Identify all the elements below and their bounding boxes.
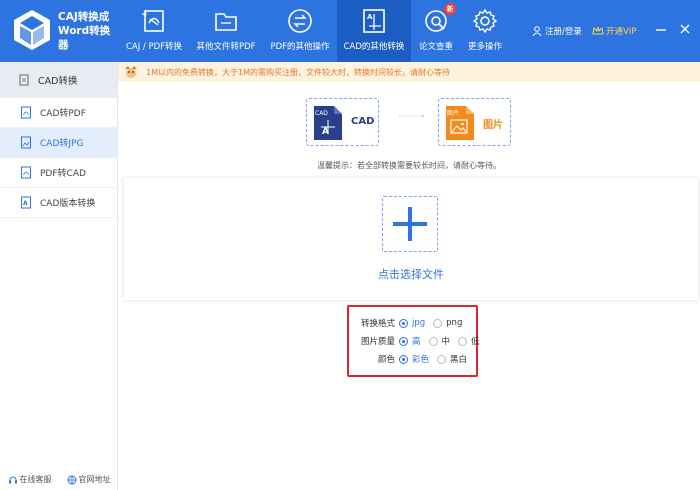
format-png-radio[interactable]: png (433, 318, 462, 328)
sidebar-item-label: PDF转CAD (40, 169, 86, 179)
caj-pdf-icon (142, 10, 164, 32)
sidebar-footer: 在线客服 官网地址 (0, 474, 118, 485)
nav-label: CAJ / PDF转换 (125, 42, 183, 52)
image-tag: 图片 (447, 109, 459, 117)
nav-caj-pdf[interactable]: CAJ / PDF转换 (122, 0, 186, 62)
nav-label: 更多操作 (467, 42, 502, 52)
nav-paper-check[interactable]: 论文查重 新 (414, 0, 458, 62)
sidebar-head: CAD转换 (0, 62, 117, 98)
svg-text:A: A (367, 13, 373, 21)
pdf-file-icon (21, 106, 31, 119)
cad-tag: CAD (315, 110, 328, 117)
nav-label: CAD的其他转换 (343, 42, 405, 52)
login-label: 注册/登录 (545, 27, 582, 37)
nav-other-to-pdf[interactable]: 其他文件转PDF (190, 0, 262, 62)
file-icon (19, 74, 29, 86)
sidebar-head-label: CAD转换 (38, 76, 78, 87)
pdf-file-icon (21, 166, 31, 179)
target-format-label: 图片 (483, 120, 503, 131)
target-format-box: 图片 图片 (438, 98, 511, 146)
nav-label: 其他文件转PDF (196, 42, 256, 52)
notice-bar: 1M以内的免费转换，大于1M的需购买注册，文件较大时，转换时间较长，请耐心等待 (118, 62, 700, 82)
format-label: 转换格式 (360, 319, 395, 329)
image-file-icon (21, 136, 31, 149)
color-bw-radio[interactable]: 黑白 (437, 353, 467, 365)
conversion-options-panel: 转换格式 jpg png 图片质量 高 中 低 颜色 彩色 黑白 (347, 305, 480, 377)
cartoon-notice-icon (125, 66, 137, 78)
app-title: CAJ转换成 Word转换 器 (58, 11, 111, 51)
quality-high-radio[interactable]: 高 (399, 335, 421, 347)
vip-link[interactable]: 开通VIP (592, 25, 636, 37)
headset-icon (8, 476, 17, 483)
nav-more[interactable]: 更多操作 (462, 0, 508, 62)
online-service-link[interactable]: 在线客服 (8, 474, 52, 485)
gear-icon (472, 8, 498, 34)
folder-icon (215, 13, 237, 31)
color-color-radio[interactable]: 彩色 (399, 353, 429, 365)
add-file-button[interactable] (382, 196, 438, 252)
app-logo-icon (14, 10, 50, 50)
convert-arrows-icon (288, 9, 312, 33)
image-document-icon: 图片 (446, 106, 474, 140)
arrow-right-icon (399, 115, 425, 117)
cad-icon: A (363, 9, 385, 33)
close-icon[interactable] (678, 22, 692, 36)
nav-cad-other[interactable]: A CAD的其他转换 (337, 0, 411, 62)
sidebar-item-cad-to-jpg[interactable]: CAD转JPG (0, 128, 117, 158)
sidebar-item-pdf-to-cad[interactable]: PDF转CAD (0, 158, 117, 188)
nav-label: 论文查重 (418, 42, 453, 52)
globe-icon (67, 475, 76, 484)
website-link[interactable]: 官网地址 (67, 474, 111, 485)
sidebar-item-label: CAD转JPG (40, 139, 84, 149)
upload-panel: 点击选择文件 (124, 178, 698, 300)
quality-label: 图片质量 (360, 337, 395, 347)
vip-label: 开通VIP (606, 27, 637, 37)
format-row: 转换格式 jpg png (349, 315, 470, 331)
select-file-label[interactable]: 点击选择文件 (124, 266, 698, 282)
source-format-label: CAD (351, 116, 375, 127)
sidebar-item-label: CAD转PDF (40, 109, 86, 119)
main-panel: 1M以内的免费转换，大于1M的需购买注册，文件较大时，转换时间较长，请耐心等待 … (118, 62, 700, 490)
svg-text:A: A (322, 127, 329, 137)
nav-pdf-other[interactable]: PDF的其他操作 (266, 0, 334, 62)
color-row: 颜色 彩色 黑白 (349, 351, 475, 367)
crown-icon (592, 26, 604, 35)
online-service-label: 在线客服 (19, 475, 52, 484)
sidebar-item-label: CAD版本转换 (40, 199, 96, 209)
login-link[interactable]: 注册/登录 (532, 25, 582, 37)
new-badge: 新 (444, 3, 456, 15)
website-label: 官网地址 (78, 475, 111, 484)
cad-file-icon: A (21, 196, 31, 209)
quality-row: 图片质量 高 中 低 (349, 333, 488, 349)
cad-document-icon: CAD A (314, 106, 342, 140)
user-icon (532, 26, 542, 36)
color-label: 颜色 (377, 355, 395, 365)
format-jpg-radio[interactable]: jpg (399, 318, 425, 328)
sidebar-item-cad-to-pdf[interactable]: CAD转PDF (0, 98, 117, 128)
sidebar: CAD转换 CAD转PDF CAD转JPG PDF转CAD A CAD版本转换 (0, 62, 118, 490)
quality-mid-radio[interactable]: 中 (428, 335, 450, 347)
quality-low-radio[interactable]: 低 (458, 335, 480, 347)
svg-text:A: A (23, 200, 28, 207)
nav-label: PDF的其他操作 (270, 42, 330, 52)
tip-text: 温馨提示：若全部转换需要较长时间，请耐心等待。 (317, 161, 501, 170)
plus-icon (393, 207, 427, 241)
notice-text: 1M以内的免费转换，大于1M的需购买注册，文件较大时，转换时间较长，请耐心等待 (146, 67, 450, 77)
minimize-icon[interactable] (654, 22, 668, 36)
source-format-box: CAD A CAD (306, 98, 379, 146)
sidebar-item-cad-version[interactable]: A CAD版本转换 (0, 188, 117, 218)
top-bar: CAJ转换成 Word转换 器 CAJ / PDF转换 其他文件转PDF PDF… (0, 0, 700, 62)
